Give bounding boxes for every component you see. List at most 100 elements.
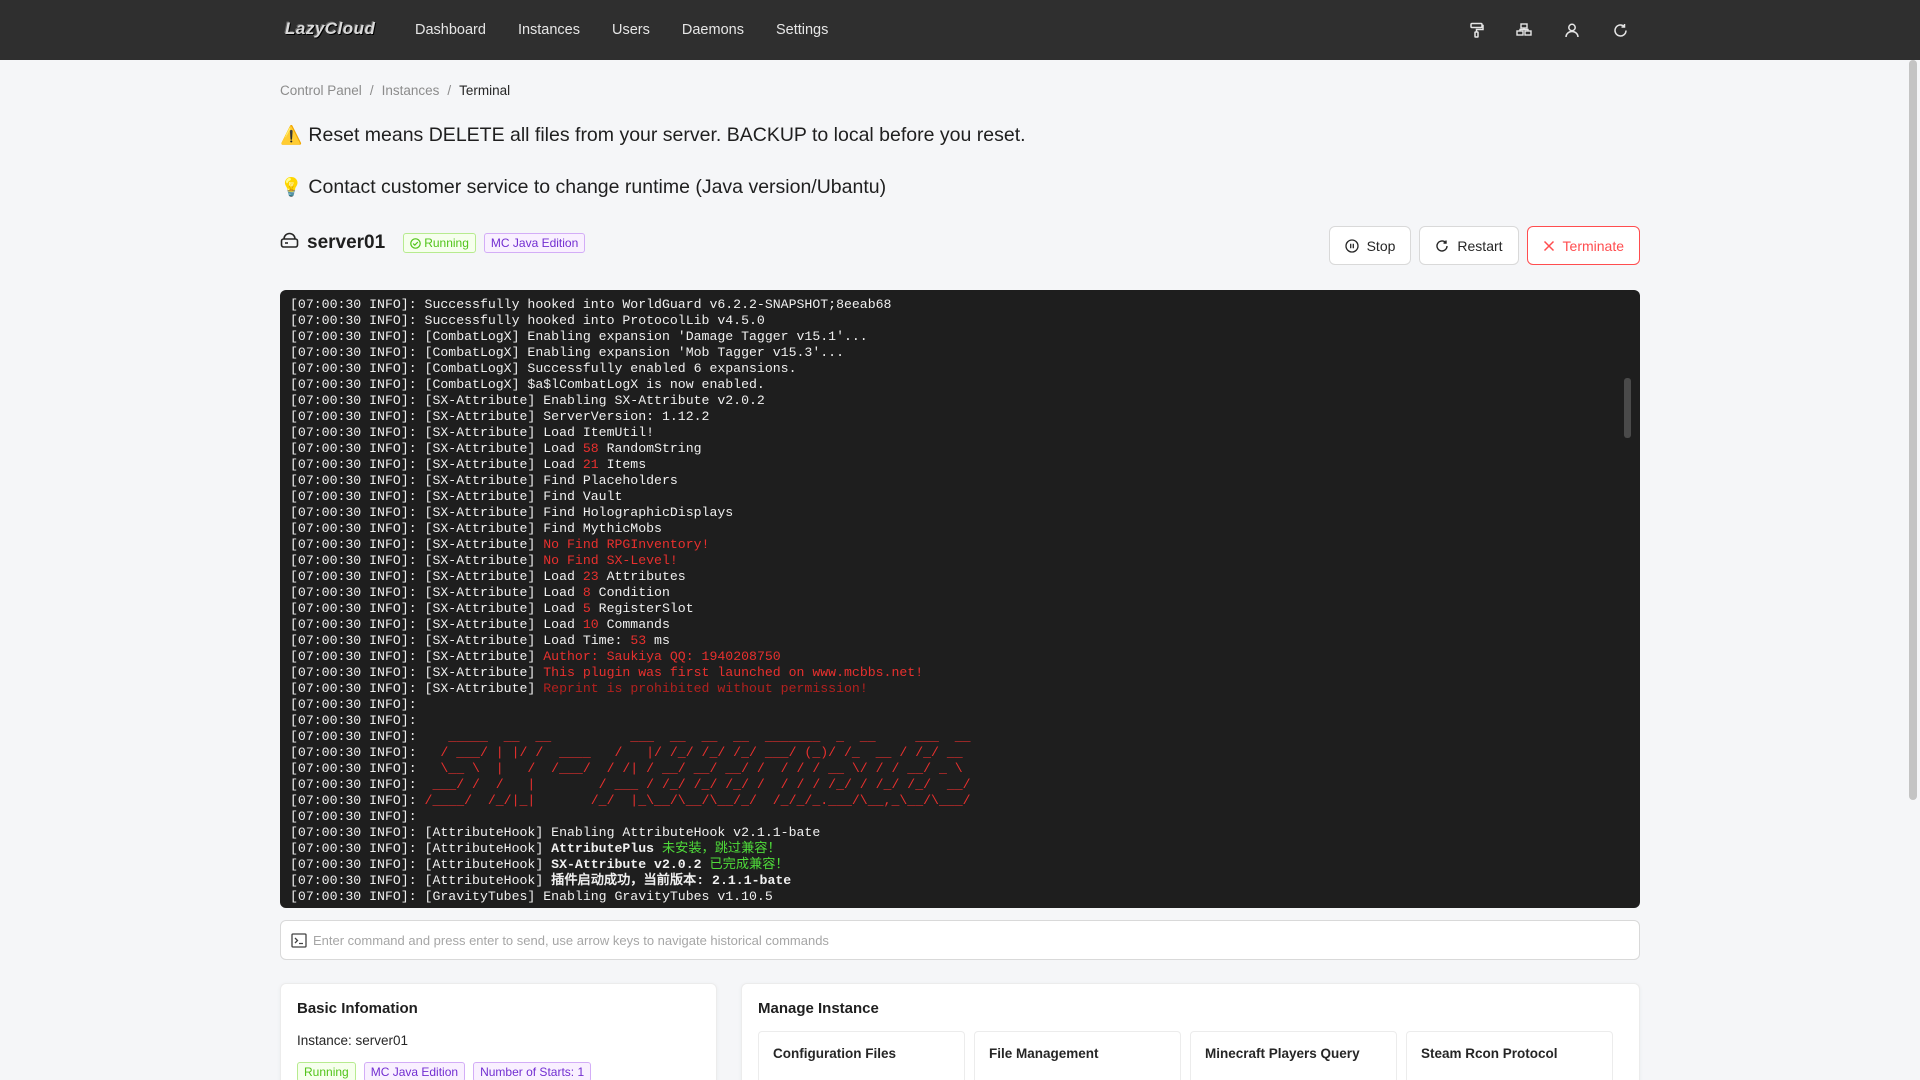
terminal-line-text: 未安装，跳过兼容！: [661, 841, 781, 856]
terminal-line-prefix: [07:00:30 INFO]:: [290, 425, 425, 440]
start-count-badge: Number of Starts: 1: [473, 1062, 592, 1080]
tile-minecraft-players-query[interactable]: Minecraft Players Query: [1190, 1031, 1397, 1080]
terminal-line: [07:00:30 INFO]: [SX-Attribute] Load 8 C…: [290, 585, 1630, 601]
tile-configuration-files[interactable]: Configuration Files: [758, 1031, 965, 1080]
instance-line: Instance: server01: [297, 1033, 409, 1048]
pause-circle-icon: [1344, 238, 1359, 253]
terminal-line: [07:00:30 INFO]: \__ \ | / /___/ / /| / …: [290, 761, 1630, 777]
redo-icon: [1436, 239, 1449, 252]
terminal-line: [07:00:30 INFO]: [CombatLogX] Enabling e…: [290, 329, 1630, 345]
top-icons: [1438, 0, 1630, 60]
close-icon: [1543, 240, 1554, 251]
terminal-line-text: [AttributeHook] Enabling AttributeHook v…: [424, 825, 821, 840]
terminal-icon: [291, 932, 307, 948]
terminal-line-prefix: [07:00:30 INFO]:: [290, 841, 425, 856]
terminal-output[interactable]: [07:00:30 INFO]: Successfully hooked int…: [280, 290, 1640, 908]
nav-daemons[interactable]: Daemons: [682, 22, 744, 38]
terminal-line-prefix: [07:00:30 INFO]:: [290, 489, 425, 504]
terminal-line: [07:00:30 INFO]: [SX-Attribute] Load Tim…: [290, 633, 1630, 649]
terminal-line: [07:00:30 INFO]: [GravityTubes] Enabling…: [290, 889, 1630, 905]
instance-name: server01: [307, 232, 386, 253]
terminal-line-text: SX-Attribute v2.0.2: [551, 857, 710, 872]
cluster-icon[interactable]: [1514, 20, 1534, 40]
terminal-line-prefix: [07:00:30 INFO]:: [290, 345, 425, 360]
terminal-line-prefix: [07:00:30 INFO]:: [290, 681, 425, 696]
manage-instance-title: Manage Instance: [758, 1000, 879, 1017]
terminal-line: [07:00:30 INFO]: [CombatLogX] $a$lCombat…: [290, 377, 1630, 393]
terminal-line-text: No Find RPGInventory!: [543, 537, 710, 552]
terminal-line-prefix: [07:00:30 INFO]:: [290, 729, 425, 744]
terminal-line-text: /____/ /_/|_| /_/ |_\__/\__/\__/_/ /_/_/…: [424, 793, 971, 808]
terminal-line: [07:00:30 INFO]: [SX-Attribute] Load 10 …: [290, 617, 1630, 633]
terminal-line-text: [CombatLogX] Successfully enabled 6 expa…: [424, 361, 797, 376]
app-logo[interactable]: LazyCloud: [285, 19, 375, 39]
terminal-line-prefix: [07:00:30 INFO]:: [290, 633, 425, 648]
nav-instances[interactable]: Instances: [518, 22, 580, 38]
terminal-line-prefix: [07:00:30 INFO]:: [290, 585, 425, 600]
restart-button-label: Restart: [1457, 237, 1503, 254]
cloud-server-icon: [280, 232, 299, 254]
breadcrumb-separator: /: [447, 83, 452, 98]
stop-button[interactable]: Stop: [1328, 226, 1412, 265]
terminal-line-text: ___/ / / | / ___ / /_/ /_/ /_/ / / / / /…: [424, 777, 971, 792]
terminal-line-text: [CombatLogX] $a$lCombatLogX is now enabl…: [424, 377, 765, 392]
terminal-line: [07:00:30 INFO]: ___/ / / | / ___ / /_/ …: [290, 777, 1630, 793]
terminal-line-prefix: [07:00:30 INFO]:: [290, 361, 425, 376]
paint-roller-icon[interactable]: [1466, 20, 1486, 40]
terminal-line-text: [SX-Attribute] Find MythicMobs: [424, 521, 662, 536]
terminal-line-text: 插件启动成功，当前版本: 2.1.1-bate: [551, 873, 792, 888]
command-bar: [280, 920, 1640, 960]
instance-header: server01 Running MC Java Edition: [280, 232, 593, 254]
page-scrollbar[interactable]: [1906, 60, 1920, 1080]
terminal-scrollbar[interactable]: [1624, 298, 1632, 894]
nav-users[interactable]: Users: [612, 22, 650, 38]
terminal-line-text: [SX-Attribute] Load: [424, 617, 583, 632]
breadcrumb: Control Panel / Instances / Terminal: [280, 83, 518, 98]
terminal-line-prefix: [07:00:30 INFO]:: [290, 809, 425, 824]
terminal-line-prefix: [07:00:30 INFO]:: [290, 857, 425, 872]
terminal-line-text: Condition: [590, 585, 670, 600]
terminal-line-prefix: [07:00:30 INFO]:: [290, 665, 425, 680]
terminal-line: [07:00:30 INFO]: Successfully hooked int…: [290, 297, 1630, 313]
terminal-line-text: [AttributeHook]: [424, 841, 552, 856]
terminal-line-text: [SX-Attribute]: [424, 681, 544, 696]
nav-settings[interactable]: Settings: [776, 22, 828, 38]
status-badge: Running: [403, 233, 476, 253]
tile-steam-rcon-protocol[interactable]: Steam Rcon Protocol: [1406, 1031, 1613, 1080]
terminal-line: [07:00:30 INFO]: [SX-Attribute] This plu…: [290, 665, 1630, 681]
terminal-line-prefix: [07:00:30 INFO]:: [290, 457, 425, 472]
terminal-line: [07:00:30 INFO]: [SX-Attribute] Find Hol…: [290, 505, 1630, 521]
top-navigation-bar: LazyCloud Dashboard Instances Users Daem…: [0, 0, 1920, 60]
restart-button[interactable]: Restart: [1419, 226, 1519, 265]
terminal-line-prefix: [07:00:30 INFO]:: [290, 553, 425, 568]
user-icon[interactable]: [1562, 20, 1582, 40]
terminal-line-text: 21: [582, 457, 599, 472]
breadcrumb-control-panel[interactable]: Control Panel: [280, 83, 362, 98]
terminal-line-prefix: [07:00:30 INFO]:: [290, 601, 425, 616]
basic-information-title: Basic Infomation: [297, 1000, 418, 1017]
breadcrumb-instances[interactable]: Instances: [382, 83, 440, 98]
warning-icon: ⚠️: [280, 125, 303, 145]
terminal-line: [07:00:30 INFO]: [SX-Attribute] Load 21 …: [290, 457, 1630, 473]
terminal-line-text: Items: [598, 457, 647, 472]
terminal-line: [07:00:30 INFO]: /____/ /_/|_| /_/ |_\__…: [290, 793, 1630, 809]
terminal-line-prefix: [07:00:30 INFO]:: [290, 617, 425, 632]
nav-dashboard[interactable]: Dashboard: [415, 22, 486, 38]
terminal-line-text: / ___/ | |/ / ____ / |/ /_/ /_/ /_/ ___/…: [424, 745, 963, 760]
manage-instance-card: Manage Instance Configuration Files File…: [741, 983, 1640, 1080]
terminal-line-prefix: [07:00:30 INFO]:: [290, 873, 425, 888]
terminal-line-text: [GravityTubes] Enabling GravityTubes v1.…: [424, 889, 773, 904]
terminal-line-text: [SX-Attribute] Load ItemUtil!: [424, 425, 655, 440]
terminal-line: [07:00:30 INFO]: / ___/ | |/ / ____ / |/…: [290, 745, 1630, 761]
terminal-line: [07:00:30 INFO]:: [290, 697, 1630, 713]
terminal-line-prefix: [07:00:30 INFO]:: [290, 313, 425, 328]
terminal-line-text: [SX-Attribute] Load: [424, 601, 583, 616]
terminate-button[interactable]: Terminate: [1526, 226, 1640, 265]
runtime-tip-text: Contact customer service to change runti…: [308, 176, 887, 198]
terminal-line: [07:00:30 INFO]: [SX-Attribute] Author: …: [290, 649, 1630, 665]
tile-file-management[interactable]: File Management: [974, 1031, 1181, 1080]
terminal-line-text: [CombatLogX] Enabling expansion 'Mob Tag…: [424, 345, 844, 360]
command-input[interactable]: [313, 932, 1613, 948]
terminal-line: [07:00:30 INFO]: [SX-Attribute] Load 23 …: [290, 569, 1630, 585]
refresh-icon[interactable]: [1610, 20, 1630, 40]
